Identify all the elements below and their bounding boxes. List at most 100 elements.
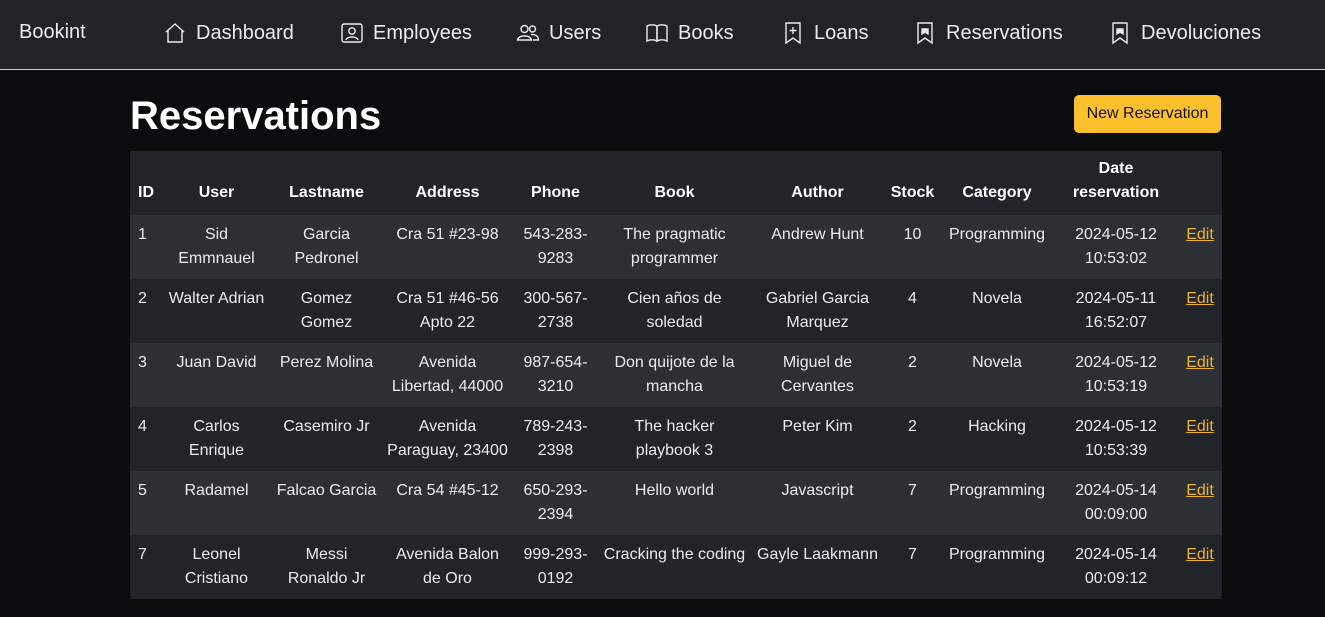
cell-author: Miguel de Cervantes [781,354,854,395]
cell-user: Carlos Enrique [188,418,245,459]
cell-author: Andrew Hunt [771,226,864,243]
column-header: ID [138,184,154,201]
cell-author: Gayle Laakmann [757,546,878,563]
nav-label-users: Users [549,21,602,44]
cell-lastname: Casemiro Jr [283,418,370,435]
cell-stock: 2 [908,354,917,371]
cell-id: 7 [138,546,147,563]
cell-category: Programming [948,226,1046,243]
cell-phone: 999-293-0192 [523,546,588,587]
people-icon [516,24,540,41]
nav-item-users[interactable]: Users [516,21,601,45]
cell-id: 1 [138,226,147,243]
cell-address: Cra 51 #46-56 Apto 22 [396,290,499,331]
cell-stock: 7 [908,482,917,499]
cell-user: Radamel [184,482,249,499]
cell-lastname: Gomez Gomez [300,290,353,331]
cell-phone: 300-567-2738 [523,290,588,331]
cell-book: Cien años de soledad [627,290,722,331]
cell-category: Novela [972,354,1022,371]
cell-book: Hello world [634,482,715,499]
cell-category: Programming [948,482,1046,499]
cell-lastname: Messi Ronaldo Jr [287,546,366,587]
cell-author: Gabriel Garcia Marquez [765,290,870,331]
nav-item-books[interactable]: Books [645,21,734,45]
table-row: 2 Walter Adrian Gomez Gomez Cra 51 #46-5… [130,279,1222,343]
cell-actions: Edit [1178,471,1222,535]
column-header: Date reservation [1072,160,1160,201]
cell-date: 2024-05-12 10:53:39 [1075,418,1157,459]
table-row: 5 Radamel Falcao Garcia Cra 54 #45-12 65… [130,471,1222,535]
cell-category: Hacking [968,418,1026,435]
cell-address: Cra 51 #23-98 [396,226,499,243]
table-header-row: ID User Lastname Address Phone Book Auth… [130,151,1222,215]
house-icon [165,23,185,43]
cell-id: 3 [138,354,147,371]
nav-label-dashboard: Dashboard [196,21,294,44]
cell-lastname: Garcia Pedronel [294,226,359,267]
book-icon [646,24,668,43]
page-title: Reservations [130,94,382,138]
nav-item-devoluciones[interactable]: Devoluciones [1108,21,1261,45]
cell-author: Javascript [781,482,854,499]
column-header: Phone [531,184,580,201]
cell-user: Juan David [176,354,257,371]
cell-stock: 4 [908,290,917,307]
cell-phone: 789-243-2398 [523,418,588,459]
nav-label-devoluciones: Devoluciones [1141,21,1262,44]
nav-item-reservations[interactable]: Reservations [913,21,1063,45]
nav-label-reservations: Reservations [946,21,1063,44]
cell-lastname: Falcao Garcia [276,482,377,499]
edit-link[interactable]: Edit [1186,482,1214,499]
cell-date: 2024-05-14 00:09:12 [1075,546,1157,587]
table-row: 1 Sid Emmnauel Garcia Pedronel Cra 51 #2… [130,215,1222,279]
cell-stock: 7 [908,546,917,563]
cell-user: Sid Emmnauel [178,226,255,267]
cell-address: Avenida Paraguay, 23400 [387,418,508,459]
column-header: Address [415,184,480,201]
bookmark-icon [1112,22,1128,45]
cell-author: Peter Kim [782,418,853,435]
cell-date: 2024-05-14 00:09:00 [1075,482,1157,523]
column-header: Lastname [289,184,364,201]
cell-address: Cra 54 #45-12 [396,482,499,499]
column-header: User [198,184,235,201]
cell-category: Programming [948,546,1046,563]
edit-link[interactable]: Edit [1186,226,1214,243]
new-reservation-button[interactable]: New Reservation [1074,95,1221,133]
cell-date: 2024-05-12 10:53:19 [1075,354,1157,395]
cell-stock: 10 [903,226,922,243]
cell-address: Avenida Balon de Oro [396,546,499,587]
column-header: Stock [890,184,935,201]
person-badge-icon [341,23,363,43]
reservations-table: ID User Lastname Address Phone Book Auth… [130,151,1222,599]
cell-actions: Edit [1178,535,1222,599]
column-header: Category [962,184,1032,201]
table-row: 4 Carlos Enrique Casemiro Jr Avenida Par… [130,407,1222,471]
nav-item-employees[interactable]: Employees [340,21,472,45]
top-navbar: Bookint Dashboard Employees Users Books … [0,0,1325,70]
cell-address: Avenida Libertad, 44000 [391,354,504,395]
cell-date: 2024-05-11 16:52:07 [1075,290,1157,331]
edit-link[interactable]: Edit [1186,546,1214,563]
cell-lastname: Perez Molina [279,354,374,371]
table-row: 7 Leonel Cristiano Messi Ronaldo Jr Aven… [130,535,1222,599]
cell-phone: 987-654-3210 [523,354,588,395]
nav-item-loans[interactable]: Loans [781,21,869,45]
cell-category: Novela [972,290,1022,307]
cell-book: Don quijote de la mancha [614,354,735,395]
cell-actions: Edit [1178,279,1222,343]
column-header [1178,151,1222,215]
brand-logo[interactable]: Bookint [19,21,86,44]
cell-id: 5 [138,482,147,499]
cell-book: The pragmatic programmer [623,226,726,267]
cell-id: 4 [138,418,147,435]
nav-item-dashboard[interactable]: Dashboard [163,21,294,45]
edit-link[interactable]: Edit [1186,354,1214,371]
edit-link[interactable]: Edit [1186,418,1214,435]
cell-id: 2 [138,290,147,307]
nav-label-employees: Employees [373,21,472,44]
cell-phone: 543-283-9283 [523,226,588,267]
table-row: 3 Juan David Perez Molina Avenida Libert… [130,343,1222,407]
edit-link[interactable]: Edit [1186,290,1214,307]
